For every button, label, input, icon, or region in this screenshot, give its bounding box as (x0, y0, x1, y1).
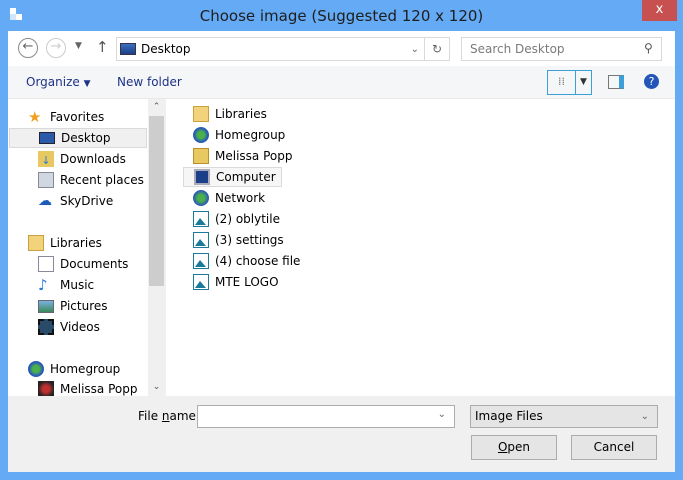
sidebar-homegroup[interactable]: Homegroup (28, 359, 120, 379)
file-name: MTE LOGO (215, 275, 279, 289)
search-input[interactable]: Search Desktop (461, 37, 662, 61)
downloads-icon: ↓ (38, 151, 54, 167)
image-icon (193, 253, 209, 269)
scroll-thumb[interactable] (149, 116, 164, 286)
file-item[interactable]: Network (193, 188, 265, 208)
file-name: Computer (216, 170, 276, 184)
documents-icon (38, 256, 54, 272)
group-label: Homegroup (50, 362, 121, 376)
recent-locations-dropdown[interactable]: ▼ (75, 41, 82, 51)
item-label: Desktop (61, 131, 111, 145)
homegroup-icon (28, 361, 44, 377)
sidebar-libraries[interactable]: Libraries (28, 233, 102, 253)
organize-label: Organize (26, 75, 80, 89)
group-label: Favorites (50, 110, 105, 124)
close-button[interactable]: x (642, 0, 677, 21)
network-icon (193, 190, 209, 206)
computer-icon (194, 169, 210, 185)
star-icon: ★ (28, 108, 42, 126)
videos-icon (38, 319, 54, 335)
file-item[interactable]: Computer (183, 167, 282, 187)
file-name: Libraries (215, 107, 267, 121)
file-item[interactable]: (3) settings (193, 230, 284, 250)
file-item[interactable]: Homegroup (193, 125, 285, 145)
address-bar[interactable]: Desktop ⌄ ↻ (116, 37, 450, 61)
new-folder-button[interactable]: New folder (117, 66, 182, 99)
toolbar: Organize ▼ New folder ⁞⁞ ▼ ? (8, 66, 675, 99)
cloud-icon: ☁ (38, 193, 52, 209)
app-icon (10, 8, 24, 22)
file-type-dropdown-icon: ⌄ (640, 411, 649, 422)
navigation-pane: ★ Favorites Desktop ↓ Downloads Recent pla… (8, 99, 148, 397)
file-item[interactable]: (4) choose file (193, 251, 300, 271)
file-name: (4) choose file (215, 254, 301, 268)
preview-pane-icon[interactable] (608, 75, 624, 89)
file-item[interactable]: (2) oblytile (193, 209, 280, 229)
back-button[interactable]: ← (18, 38, 38, 58)
sidebar-item-desktop[interactable]: Desktop (9, 128, 147, 148)
navigation-scrollbar[interactable]: ⌃ ⌄ (148, 99, 165, 396)
item-label: SkyDrive (60, 194, 114, 208)
user-folder-icon (193, 148, 209, 164)
item-label: Downloads (60, 152, 126, 166)
window-title: Choose image (Suggested 120 x 120) (199, 7, 484, 25)
help-icon[interactable]: ? (644, 74, 659, 89)
file-item[interactable]: MTE LOGO (193, 272, 279, 292)
navigation-bar: ← → ▼ ↑ Desktop ⌄ ↻ Search Desktop ⚲ (8, 31, 675, 66)
scroll-down-button[interactable]: ⌄ (148, 379, 165, 396)
music-icon: ♪ (38, 276, 48, 294)
forward-button[interactable]: → (46, 38, 66, 58)
image-icon (193, 211, 209, 227)
view-options-dropdown[interactable]: ▼ (575, 70, 592, 95)
sidebar-item-music[interactable]: ♪ Music (38, 275, 94, 295)
file-name-label: File name: (138, 409, 200, 423)
change-view-button[interactable]: ⁞⁞ (547, 70, 576, 95)
sidebar-item-skydrive[interactable]: ☁ SkyDrive (38, 191, 113, 211)
refresh-button[interactable]: ↻ (424, 38, 449, 60)
recent-places-icon (38, 172, 54, 188)
file-name: Network (215, 191, 266, 205)
sidebar-favorites[interactable]: ★ Favorites (28, 107, 104, 127)
item-label: Pictures (60, 299, 108, 313)
homegroup-icon (193, 127, 209, 143)
image-icon (193, 274, 209, 290)
desktop-icon (39, 132, 55, 144)
sidebar-item-videos[interactable]: Videos (38, 317, 100, 337)
file-name: (3) settings (215, 233, 284, 247)
sidebar-item-documents[interactable]: Documents (38, 254, 128, 274)
file-type-select[interactable]: Image Files ⌄ (470, 405, 658, 428)
search-icon[interactable]: ⚲ (644, 41, 653, 55)
file-item[interactable]: Libraries (193, 104, 267, 124)
file-item[interactable]: Melissa Popp (193, 146, 292, 166)
desktop-icon (120, 43, 136, 55)
cancel-button[interactable]: Cancel (571, 435, 657, 460)
item-label: Documents (60, 257, 129, 271)
item-label: Videos (60, 320, 100, 334)
dialog-body: ← → ▼ ↑ Desktop ⌄ ↻ Search Desktop ⚲ Org… (8, 31, 675, 472)
sidebar-item-pictures[interactable]: Pictures (38, 296, 108, 316)
libraries-icon (28, 235, 44, 251)
file-name: Melissa Popp (215, 149, 293, 163)
file-list: Libraries Homegroup Melissa Popp Computer Ne… (165, 99, 675, 396)
scroll-up-button[interactable]: ⌃ (148, 99, 165, 116)
address-dropdown-icon[interactable]: ⌄ (411, 44, 419, 55)
item-label: Recent places (60, 173, 144, 187)
file-name: (2) oblytile (215, 212, 280, 226)
file-type-value: Image Files (475, 409, 543, 423)
item-label: Music (60, 278, 95, 292)
file-name-input[interactable]: ⌄ (197, 405, 455, 428)
sidebar-item-downloads[interactable]: ↓ Downloads (38, 149, 126, 169)
file-name-dropdown-icon[interactable]: ⌄ (438, 409, 446, 420)
up-button[interactable]: ↑ (96, 38, 109, 56)
group-label: Libraries (50, 236, 102, 250)
sidebar-item-recent-places[interactable]: Recent places (38, 170, 144, 190)
address-text: Desktop (141, 42, 191, 56)
file-name: Homegroup (215, 128, 286, 142)
image-icon (193, 232, 209, 248)
organize-button[interactable]: Organize ▼ (26, 66, 91, 101)
libraries-icon (193, 106, 209, 122)
pictures-icon (38, 299, 54, 313)
open-button[interactable]: Open (471, 435, 557, 460)
user-avatar-icon (38, 381, 54, 397)
